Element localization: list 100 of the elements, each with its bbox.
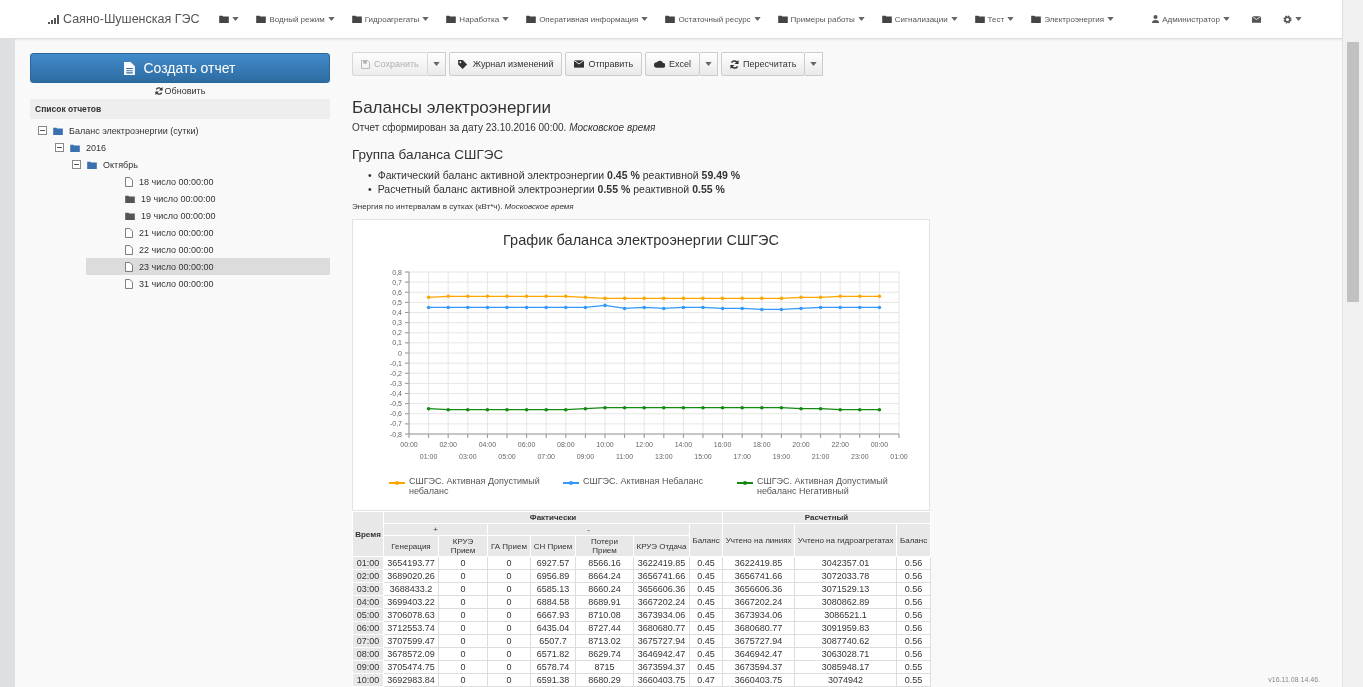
data-point [662,405,666,410]
table-cell: 0.45 [689,569,723,583]
table-cell: 0.55 [896,673,931,687]
legend-item[interactable]: СШГЭС. Активная Небаланс [563,476,723,496]
table-cell: 0 [438,569,488,583]
tree-item[interactable]: 31 число 00:00:00 [86,275,330,292]
data-point [818,305,823,310]
data-point [760,307,764,312]
dropdown-toggle[interactable] [805,52,824,76]
tree-item[interactable]: 21 число 00:00:00 [86,224,330,241]
table-cell: 6578.74 [530,660,576,674]
menu-dropdown[interactable]: Остаточный ресурс [665,14,761,24]
column-header: Время [352,511,384,557]
table-cell: 0.56 [896,556,931,570]
data-point [564,407,568,412]
tree-item[interactable]: 23 число 00:00:00 [86,258,330,275]
data-point [740,306,744,311]
file-icon [125,227,133,238]
tree-item[interactable]: 19 число 00:00:00 [86,190,330,207]
table-cell: 3667202.24 [722,595,795,609]
table-cell: 8689.91 [575,595,634,609]
toolbar-button[interactable]: Excel [645,52,701,76]
legend-label: СШГЭС. Активная Небаланс [583,476,703,488]
tree-item[interactable]: Баланс электроэнергии (сутки) [35,122,330,139]
brand-link[interactable]: Саяно-Шушенская ГЭС [48,12,200,26]
settings-icon [1283,14,1292,24]
data-point [603,303,607,308]
create-report-button[interactable]: Создать отчет [30,53,330,83]
legend-line-icon [389,481,405,485]
tree-item[interactable]: 2016 [52,139,330,156]
dropdown-toggle[interactable] [700,52,719,76]
caret-icon [950,17,958,21]
menu-dropdown[interactable]: Сигнализации [881,14,958,24]
table-cell: 0 [487,634,531,648]
menu-dropdown[interactable]: Наработка [446,14,510,24]
toolbar-button[interactable]: Отправить [565,52,643,76]
table-cell: 3072033.78 [794,569,897,583]
refresh-icon [154,87,163,95]
table-cell: 3080862.89 [794,595,897,609]
tree-item[interactable]: 19 число 00:00:00 [86,207,330,224]
tree-item[interactable]: 22 число 00:00:00 [86,241,330,258]
data-point [779,307,784,312]
menu-dropdown[interactable]: Примеры работы [777,14,865,24]
table-cell: 6927.57 [530,556,576,570]
folder-icon [219,15,230,23]
tree-item[interactable]: 18 число 00:00:00 [86,173,330,190]
column-header: Учтено на гидроагрегатах [794,523,897,557]
scrollbar-thumb[interactable] [1347,42,1359,302]
data-point [505,294,509,299]
table-cell: 6585.13 [530,582,576,596]
data-point [858,407,862,412]
table-cell: 0.45 [689,608,723,622]
data-point [799,306,803,311]
settings-menu[interactable] [1283,14,1302,24]
menu-dropdown[interactable]: Гидроагрегаты [351,14,430,24]
table-cell: 0.56 [896,582,931,596]
legend-item[interactable]: СШГЭС. Активная Допустимый небаланс Негативный [737,476,897,496]
table-cell: 0 [487,647,531,661]
data-point [779,296,784,301]
refresh-link[interactable]: Обновить [154,86,206,96]
table-cell: 0 [487,569,531,583]
toolbar-button[interactable]: Пересчитать [721,52,806,76]
table-cell: 8680.29 [575,673,634,687]
data-point [681,405,686,410]
table-cell: 0 [438,582,488,596]
scrollbar[interactable] [1342,0,1363,687]
menu-dropdown[interactable] [219,15,240,23]
data-point [760,405,764,410]
tree-item[interactable]: Октябрь [69,156,330,173]
menu-dropdown[interactable]: Электроэнергия [1031,14,1115,24]
data-point [838,294,842,299]
legend-label: СШГЭС. Активная Допустимый небаланс [409,476,541,496]
file-icon [125,176,133,187]
collapse-icon[interactable] [72,160,81,169]
collapse-icon[interactable] [55,143,64,152]
legend-item[interactable]: СШГЭС. Активная Допустимый небаланс [389,476,549,496]
data-point [622,306,627,311]
menu-dropdown[interactable]: Тест [974,14,1015,24]
bullet-mark: • [368,168,372,182]
toolbar-button[interactable]: Журнал изменений [448,52,563,76]
data-point [799,406,803,411]
table-cell: 3688433.2 [383,582,439,596]
legend-label: СШГЭС. Активная Допустимый небаланс Негативный [757,476,889,496]
table-cell: 0 [438,660,488,674]
table-cell: 0.56 [896,608,931,622]
data-point [662,306,666,311]
table-cell: 3622419.85 [722,556,795,570]
envelope-icon[interactable] [1252,15,1261,23]
table-cell: 0.56 [896,634,931,648]
table-cell: 8566.16 [575,556,634,570]
data-point [466,407,470,412]
table-cell: 6571.82 [530,647,576,661]
table-cell: 6884.58 [530,595,576,609]
data-point [446,407,450,412]
user-menu[interactable]: Администратор [1152,14,1230,24]
refresh-icon [730,59,740,69]
menu-dropdown[interactable]: Водный режим [256,14,335,24]
collapse-icon[interactable] [38,126,47,135]
menu-dropdown[interactable]: Оперативная информация [526,14,649,24]
data-point [877,294,882,299]
